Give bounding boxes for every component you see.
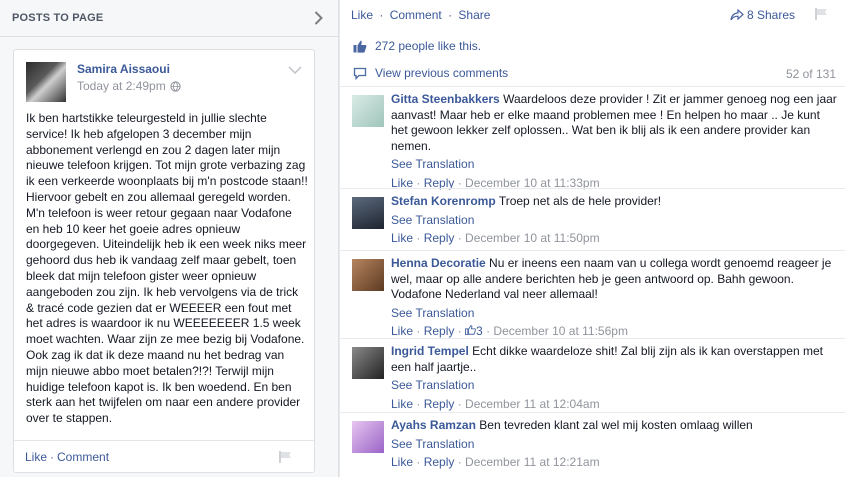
- avatar[interactable]: [352, 197, 384, 229]
- comment-body: Stefan Korenromp Troep net als de hele p…: [391, 194, 837, 247]
- comment-bubble-icon: [353, 67, 367, 80]
- avatar[interactable]: [352, 259, 384, 291]
- separator: ·: [448, 8, 453, 22]
- thumbs-up-icon: [465, 325, 476, 336]
- posts-to-page-panel: POSTS TO PAGE Samira Aissaoui Today at 2…: [0, 0, 339, 477]
- see-translation-link[interactable]: See Translation: [391, 306, 837, 322]
- comment-reply-button[interactable]: Reply: [424, 397, 455, 411]
- comment-like-button[interactable]: Like: [391, 231, 413, 245]
- comment-reply-button[interactable]: Reply: [424, 231, 455, 245]
- separator: ·: [379, 8, 384, 22]
- share-button[interactable]: Share: [458, 8, 490, 22]
- posts-to-page-title: POSTS TO PAGE: [12, 12, 104, 24]
- comment-time[interactable]: December 10 at 11:56pm: [493, 324, 628, 338]
- post-actions: Like · Comment: [14, 440, 314, 472]
- comment-body: Henna Decoratie Nu er ineens een naam va…: [391, 256, 837, 340]
- comment-reply-button[interactable]: Reply: [424, 455, 455, 469]
- comment-like-button[interactable]: Like: [391, 397, 413, 411]
- post-header: Samira Aissaoui Today at 2:49pm: [26, 62, 302, 106]
- comment-like-button[interactable]: Like: [391, 324, 413, 338]
- view-previous-comments-link[interactable]: View previous comments: [375, 66, 508, 80]
- like-button[interactable]: Like: [25, 450, 47, 464]
- action-bar: Like · Comment · Share 8 Shares: [340, 0, 845, 30]
- comment-text: Troep net als de hele provider!: [498, 194, 662, 208]
- posts-to-page-header[interactable]: POSTS TO PAGE: [0, 0, 338, 37]
- globe-icon: [170, 80, 181, 92]
- comment-item: Gitta Steenbakkers Waardeloos deze provi…: [340, 86, 845, 191]
- comment-body: Ayahs Ramzan Ben tevreden klant zal wel …: [391, 418, 837, 471]
- commenter-name[interactable]: Gitta Steenbakkers: [391, 92, 500, 106]
- comment-reply-button[interactable]: Reply: [424, 324, 455, 338]
- comment-time[interactable]: December 11 at 12:21am: [465, 455, 600, 469]
- comments-pager: 52 of 131: [785, 67, 836, 81]
- comment-body: Gitta Steenbakkers Waardeloos deze provi…: [391, 92, 837, 191]
- reaction-count: 3: [476, 324, 483, 338]
- chevron-right-icon[interactable]: [310, 10, 326, 26]
- comment-meta: Like · Reply · December 11 at 12:04am: [391, 396, 600, 411]
- like-button[interactable]: Like: [351, 8, 373, 22]
- comment-reactions[interactable]: 3: [465, 324, 486, 338]
- commenter-name[interactable]: Ayahs Ramzan: [391, 418, 476, 432]
- comment-button[interactable]: Comment: [390, 8, 442, 22]
- comment-button[interactable]: Comment: [57, 450, 109, 464]
- see-translation-link[interactable]: See Translation: [391, 378, 837, 394]
- likes-count-link[interactable]: 272 people like this.: [375, 39, 481, 53]
- view-previous-row: View previous comments 52 of 131: [340, 60, 845, 86]
- comment-item: Ayahs Ramzan Ben tevreden klant zal wel …: [340, 412, 845, 477]
- shares-label: 8 Shares: [747, 8, 796, 22]
- avatar[interactable]: [352, 347, 384, 379]
- comment-time[interactable]: December 11 at 12:04am: [465, 397, 600, 411]
- action-links: Like · Comment · Share: [351, 8, 490, 22]
- commenter-name[interactable]: Stefan Korenromp: [391, 194, 496, 208]
- comment-item: Ingrid Tempel Echt dikke waardeloze shit…: [340, 338, 845, 412]
- see-translation-link[interactable]: See Translation: [391, 157, 837, 173]
- avatar[interactable]: [352, 421, 384, 453]
- comment-time[interactable]: December 10 at 11:50pm: [465, 231, 600, 245]
- see-translation-link[interactable]: See Translation: [391, 213, 837, 229]
- flag-icon[interactable]: [815, 8, 828, 23]
- comment-like-button[interactable]: Like: [391, 455, 413, 469]
- visitor-post: Samira Aissaoui Today at 2:49pm Ik ben h…: [13, 49, 315, 473]
- avatar[interactable]: [26, 62, 66, 102]
- chevron-down-icon[interactable]: [288, 64, 302, 75]
- comment-item: Stefan Korenromp Troep net als de hele p…: [340, 188, 845, 246]
- commenter-name[interactable]: Henna Decoratie: [391, 256, 486, 270]
- commenter-name[interactable]: Ingrid Tempel: [391, 344, 469, 358]
- likes-summary: 272 people like this.: [340, 32, 845, 60]
- share-arrow-icon: [730, 9, 744, 21]
- feedback-area: 272 people like this. View previous comm…: [340, 32, 845, 86]
- shares-count[interactable]: 8 Shares: [730, 8, 795, 22]
- avatar[interactable]: [352, 95, 384, 127]
- separator: ·: [50, 449, 55, 464]
- post-timestamp[interactable]: Today at 2:49pm: [77, 79, 181, 93]
- comment-body: Ingrid Tempel Echt dikke waardeloze shit…: [391, 344, 837, 412]
- thumbs-up-icon: [353, 40, 367, 53]
- post-body-text: Ik ben hartstikke teleurgesteld in julli…: [26, 111, 308, 426]
- post-author[interactable]: Samira Aissaoui: [77, 62, 170, 76]
- post-time-text: Today at 2:49pm: [77, 79, 166, 93]
- comment-meta: Like · Reply · December 11 at 12:21am: [391, 455, 600, 469]
- post-feedback-panel: Like · Comment · Share 8 Shares 272 peop…: [340, 0, 845, 477]
- see-translation-link[interactable]: See Translation: [391, 437, 837, 453]
- comment-text: Ben tevreden klant zal wel mij kosten om…: [479, 418, 753, 432]
- flag-icon[interactable]: [279, 451, 292, 466]
- comment-item: Henna Decoratie Nu er ineens een naam va…: [340, 250, 845, 338]
- comment-meta: Like · Reply · December 10 at 11:50pm: [391, 231, 600, 245]
